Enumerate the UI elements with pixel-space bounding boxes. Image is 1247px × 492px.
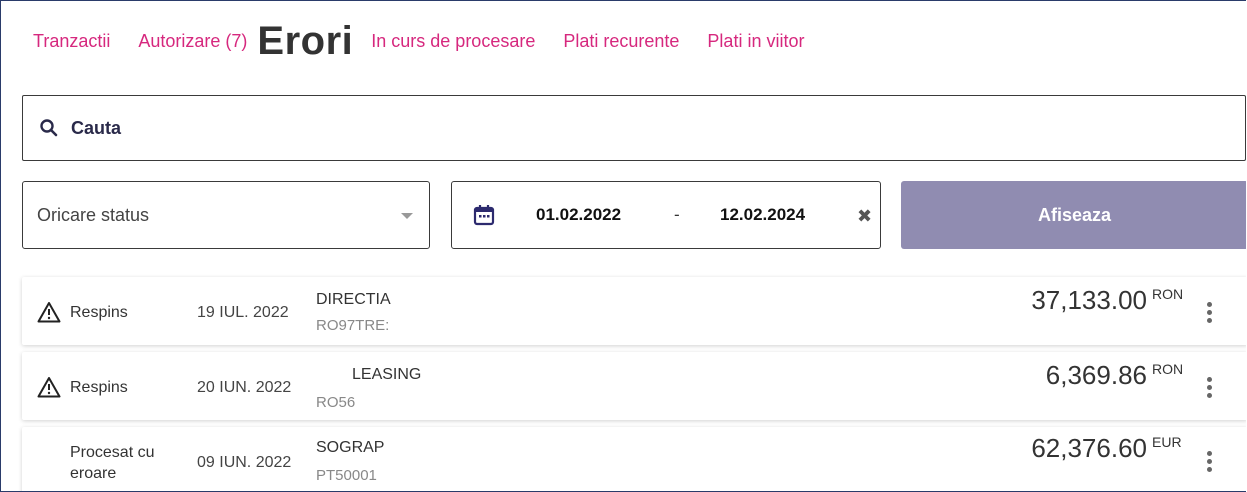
status-dropdown[interactable]: Oricare status (22, 181, 430, 249)
transaction-currency: RON (1152, 361, 1184, 377)
transaction-beneficiary: SOGRAP (316, 439, 385, 456)
transaction-status: Respins (70, 379, 128, 396)
tab-plati-in-viitor[interactable]: Plati in viitor (707, 31, 804, 52)
transaction-iban: PT50001 (316, 467, 377, 484)
more-options-icon[interactable] (1205, 302, 1215, 324)
afiseaza-button[interactable]: Afiseaza (901, 181, 1246, 249)
calendar-icon (473, 205, 495, 226)
transaction-amount: 37,133.00 (1031, 285, 1147, 315)
date-to-field[interactable]: 12.02.2024 (720, 205, 805, 225)
transaction-status-line2: eroare (70, 465, 117, 482)
tab-autorizare[interactable]: Autorizare (7) (138, 31, 247, 52)
date-range-picker[interactable]: 01.02.2022 - 12.02.2024 ✖ (451, 181, 881, 249)
transaction-status: Procesat cu eroare (70, 442, 154, 484)
transaction-iban: RO56 (316, 394, 356, 411)
search-label: Cauta (71, 117, 122, 138)
search-icon (40, 119, 58, 137)
transaction-date: 19 IUL. 2022 (197, 304, 289, 321)
more-options-icon[interactable] (1205, 451, 1215, 473)
transaction-currency: EUR (1152, 434, 1182, 450)
transaction-row[interactable]: Respins 19 IUL. 2022 DIRECTIA RO97TRE: 3… (22, 277, 1246, 345)
date-separator: - (674, 205, 680, 224)
tab-plati-recurente[interactable]: Plati recurente (563, 31, 679, 52)
status-dropdown-value: Oricare status (37, 204, 150, 225)
transaction-date: 09 IUN. 2022 (197, 454, 292, 471)
warning-icon (37, 377, 61, 398)
transaction-amount: 62,376.60 (1031, 433, 1147, 463)
transaction-amount: 6,369.86 (1045, 360, 1147, 390)
tab-tranzactii[interactable]: Tranzactii (33, 31, 110, 52)
transaction-beneficiary: DIRECTIA (316, 291, 391, 308)
search-input[interactable]: Cauta (22, 95, 1246, 161)
transaction-status-line1: Procesat cu (70, 444, 155, 461)
transaction-row[interactable]: Procesat cu eroare 09 IUN. 2022 SOGRAP P… (22, 427, 1246, 491)
more-options-icon[interactable] (1205, 377, 1215, 399)
transaction-row[interactable]: Respins 20 IUN. 2022 LEASING RO56 6,369.… (22, 352, 1246, 420)
warning-icon (37, 302, 61, 323)
date-from-field[interactable]: 01.02.2022 (536, 205, 621, 225)
transaction-currency: RON (1152, 286, 1184, 302)
tab-in-curs-de-procesare[interactable]: In curs de procesare (371, 31, 535, 52)
tab-erori[interactable]: Erori (257, 19, 353, 64)
transaction-beneficiary: LEASING (352, 366, 422, 383)
transaction-date: 20 IUN. 2022 (197, 379, 292, 396)
payments-panel: Tranzactii Autorizare (7) Erori In curs … (0, 0, 1246, 492)
transaction-iban: RO97TRE: (316, 317, 390, 334)
transaction-status: Respins (70, 304, 128, 321)
chevron-down-icon (401, 213, 413, 219)
tab-bar: Tranzactii Autorizare (7) Erori In curs … (33, 11, 832, 71)
clear-dates-icon[interactable]: ✖ (857, 206, 872, 227)
